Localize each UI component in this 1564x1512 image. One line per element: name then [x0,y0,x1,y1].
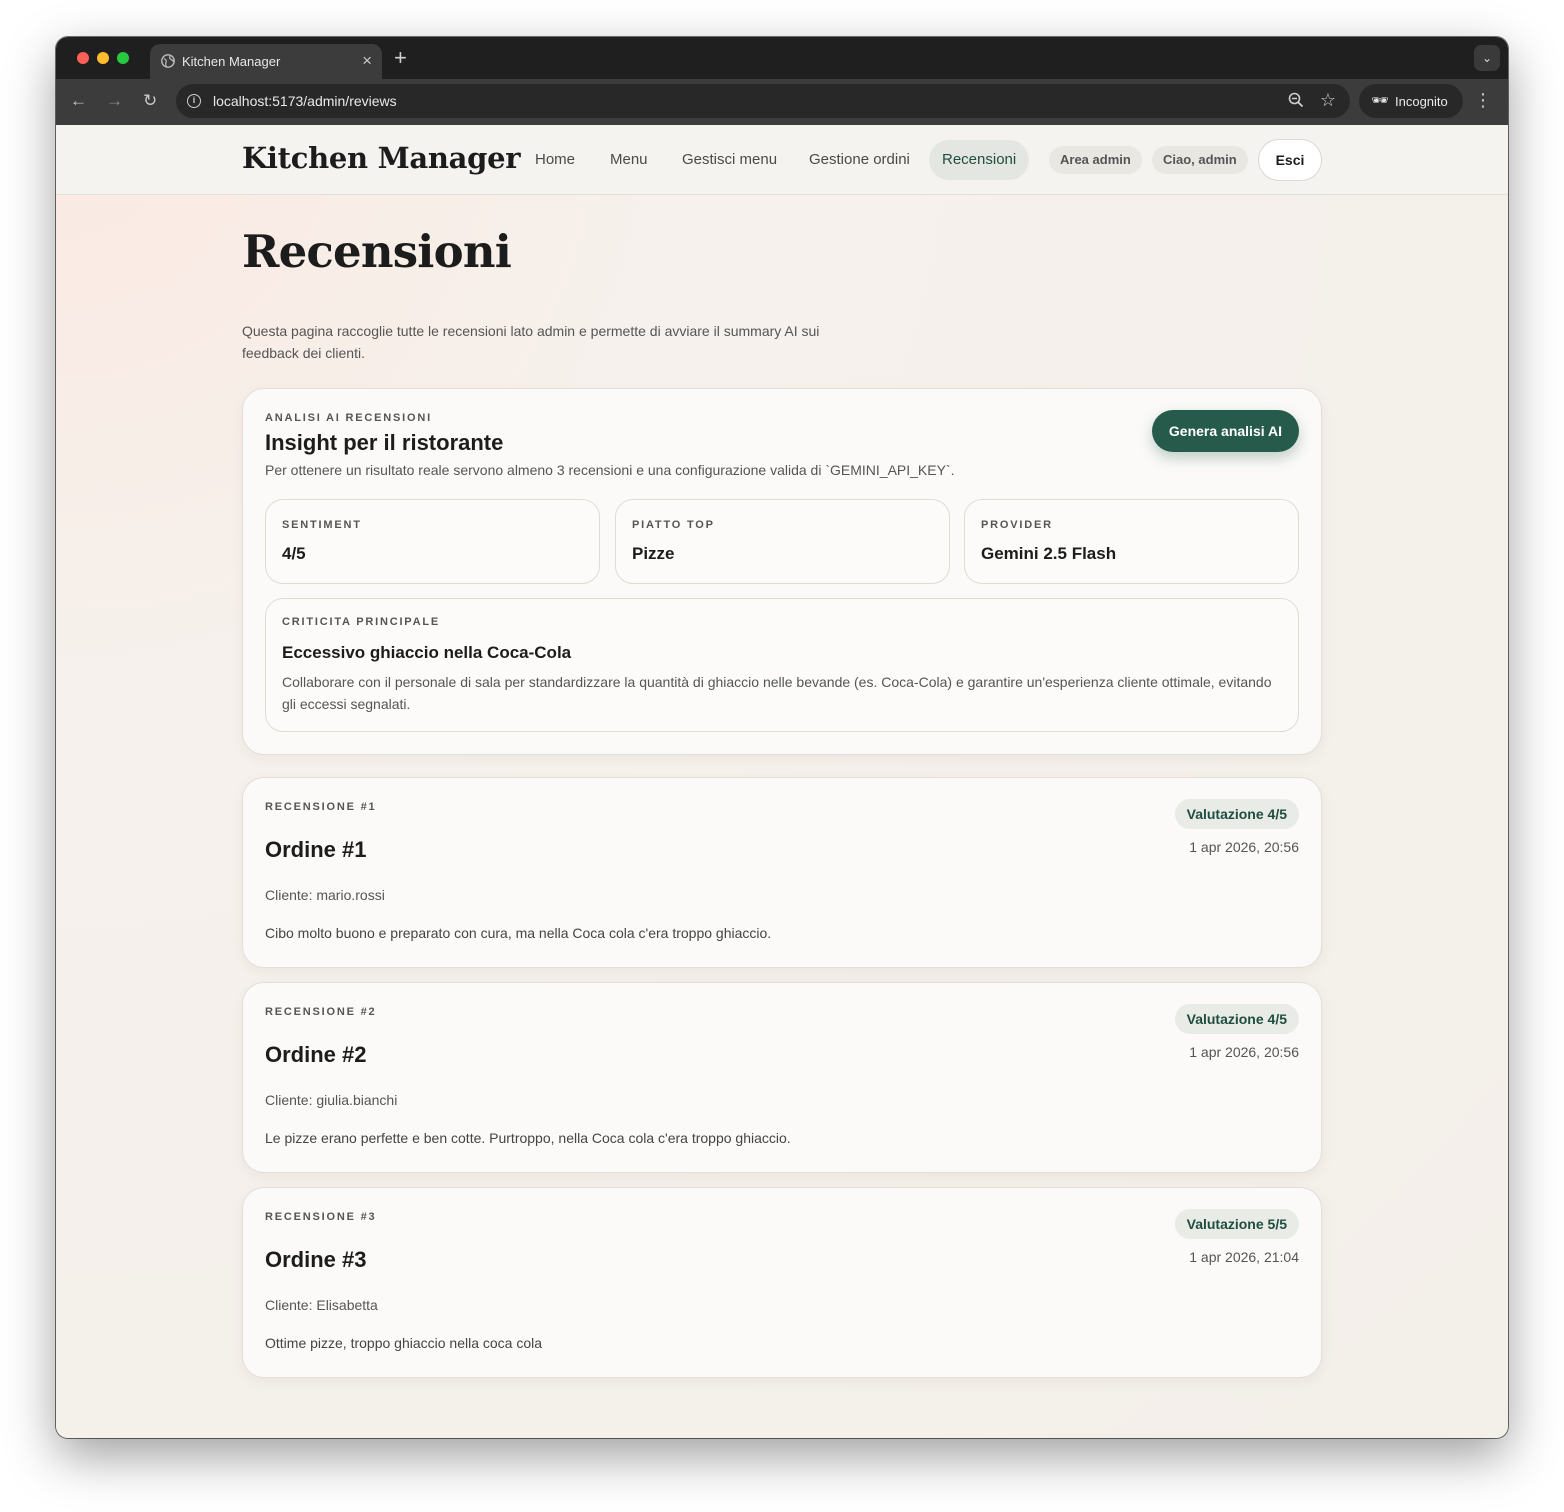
nav-reviews[interactable]: Recensioni [929,140,1030,180]
review-order: Ordine #3 [265,1247,367,1272]
issue-label: Criticita principale [282,616,441,628]
page-subtitle: Questa pagina raccoglie tutte le recensi… [242,323,820,361]
back-arrow-icon[interactable]: ← [70,91,87,111]
chevron-down-icon[interactable]: ⌄ [1474,45,1500,71]
review-client: Cliente: mario.rossi [265,887,385,903]
stat-label: Sentiment [282,519,362,531]
ai-description: Per ottenere un risultato reale servono … [265,462,955,478]
browser-toolbar: ← → ↻ i localhost:5173/admin/reviews ☆ 🕶… [56,79,1508,125]
review-text: Le pizze erano perfette e ben cotte. Pur… [265,1130,791,1146]
url-text[interactable]: localhost:5173/admin/reviews [213,93,397,109]
stat-value: 4/5 [282,544,306,563]
zoom-icon[interactable] [1288,92,1304,108]
site-brand[interactable]: Kitchen Manager [242,141,521,175]
review-eyebrow: Recensione #2 [265,1006,377,1018]
review-card: Recensione #2 Ordine #2 Valutazione 4/5 … [242,982,1322,1173]
generate-ai-analysis-button[interactable]: Genera analisi AI [1151,410,1299,452]
review-order: Ordine #2 [265,1042,367,1067]
globe-icon [161,54,175,68]
stat-top-dish: Piatto top Pizze [615,499,950,584]
review-client: Cliente: giulia.bianchi [265,1092,398,1108]
new-tab-icon[interactable]: + [394,45,407,71]
minimize-window-button[interactable] [97,52,109,64]
review-text: Cibo molto buono e preparato con cura, m… [265,925,772,941]
stat-value: Pizze [632,544,675,563]
stat-provider: Provider Gemini 2.5 Flash [964,499,1299,584]
review-order: Ordine #1 [265,837,367,862]
admin-area-pill[interactable]: Area admin [1049,146,1142,174]
ai-analysis-card: Analisi AI recensioni Insight per il ris… [242,388,1322,755]
incognito-label: Incognito [1395,94,1448,109]
review-date: 1 apr 2026, 20:56 [1189,1044,1299,1060]
site-header: Kitchen Manager Home Menu Gestisci menu … [56,125,1508,195]
browser-tab[interactable]: Kitchen Manager × [150,44,382,79]
review-client: Cliente: Elisabetta [265,1297,378,1313]
reload-icon[interactable]: ↻ [143,91,157,111]
site-info-icon[interactable]: i [187,94,201,108]
close-tab-icon[interactable]: × [362,51,372,71]
nav-orders[interactable]: Gestione ordini [796,140,923,180]
page-title: Recensioni [242,225,512,278]
review-eyebrow: Recensione #1 [265,801,377,813]
user-greeting-pill: Ciao, admin [1152,146,1248,174]
incognito-icon: 🕶 [1371,92,1389,108]
address-bar[interactable]: i localhost:5173/admin/reviews ☆ [176,84,1350,118]
nav-menu[interactable]: Menu [597,140,661,180]
stat-value: Gemini 2.5 Flash [981,544,1117,563]
review-eyebrow: Recensione #3 [265,1211,377,1223]
forward-arrow-icon[interactable]: → [106,91,123,111]
tab-bar: Kitchen Manager × + ⌄ [56,37,1508,79]
stat-sentiment: Sentiment 4/5 [265,499,600,584]
nav-manage-menu[interactable]: Gestisci menu [669,140,790,180]
tab-title: Kitchen Manager [182,54,281,69]
close-window-button[interactable] [77,52,89,64]
rating-badge: Valutazione 4/5 [1174,799,1299,829]
stat-label: Provider [981,519,1053,531]
nav-home[interactable]: Home [522,140,588,180]
review-date: 1 apr 2026, 21:04 [1189,1249,1299,1265]
issue-title: Eccessivo ghiaccio nella Coca-Cola [282,643,572,662]
stat-label: Piatto top [632,519,715,531]
review-date: 1 apr 2026, 20:56 [1189,839,1299,855]
page-content: Kitchen Manager Home Menu Gestisci menu … [56,125,1508,1438]
issue-text: Collaborare con il personale di sala per… [282,674,1272,712]
bookmark-star-icon[interactable]: ☆ [1320,90,1336,111]
review-card: Recensione #3 Ordine #3 Valutazione 5/5 … [242,1187,1322,1378]
main-issue-box: Criticita principale Eccessivo ghiaccio … [265,598,1299,732]
browser-window: Kitchen Manager × + ⌄ ← → ↻ i localhost:… [56,37,1508,1438]
more-menu-icon[interactable]: ⋮ [1474,90,1492,111]
review-text: Ottime pizze, troppo ghiaccio nella coca… [265,1335,543,1351]
rating-badge: Valutazione 4/5 [1174,1004,1299,1034]
maximize-window-button[interactable] [117,52,129,64]
rating-badge: Valutazione 5/5 [1174,1209,1299,1239]
ai-eyebrow: Analisi AI recensioni [265,412,432,424]
logout-button[interactable]: Esci [1258,139,1322,181]
review-card: Recensione #1 Ordine #1 Valutazione 4/5 … [242,777,1322,968]
incognito-badge[interactable]: 🕶 Incognito [1359,84,1463,118]
ai-title: Insight per il ristorante [265,430,504,455]
